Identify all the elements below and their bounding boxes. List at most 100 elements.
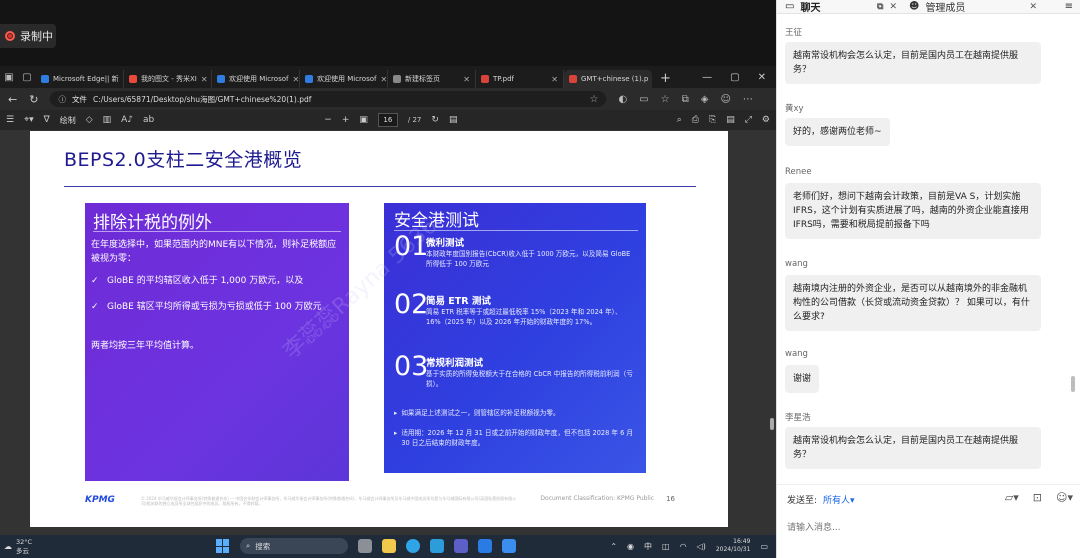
test-title: 微利测试 <box>426 238 465 249</box>
maximize-icon[interactable]: ▢ <box>730 72 739 83</box>
new-tab-icon[interactable]: + <box>652 70 679 88</box>
popout-icon[interactable]: ⧉ <box>877 2 883 12</box>
ime-mode-icon[interactable]: ◫ <box>662 542 670 551</box>
extension-icon[interactable]: ◐ <box>618 94 627 105</box>
page-number-input[interactable]: 16 <box>377 113 398 127</box>
message-bubble[interactable]: 越南常设机构会怎么认定，目前是国内员工在越南提供服务？ <box>785 42 1041 84</box>
split-screen-icon[interactable]: ▭ <box>639 94 648 105</box>
message-sender: 黄xy <box>785 104 804 114</box>
browser-tab[interactable]: 新建标签页 ✕ <box>388 70 476 88</box>
message-input[interactable] <box>787 518 1071 538</box>
task-view-icon[interactable] <box>358 539 372 553</box>
view-icon[interactable]: ▥ <box>103 115 112 125</box>
read-aloud-icon[interactable]: A♪ <box>121 115 133 125</box>
favorite-star-icon[interactable]: ☆ <box>589 94 598 105</box>
message-bubble[interactable]: 越南境内注册的外资企业，是否可以从越南境外的非金融机构性的公司借款（长贷或流动资… <box>785 275 1041 331</box>
fit-page-icon[interactable]: ▣ <box>359 115 368 125</box>
weather-widget[interactable]: ☁ 32°C 多云 <box>0 538 150 556</box>
save-as-icon[interactable]: ▤ <box>726 115 735 125</box>
file-explorer-icon[interactable] <box>382 539 396 553</box>
highlight-icon[interactable]: ⌖▾ <box>24 115 34 125</box>
tab-close-icon[interactable]: ✕ <box>292 75 299 84</box>
browser-tab-active[interactable]: GMT+chinese (1).p ✕ <box>564 70 652 88</box>
tab-group-icon[interactable]: ▣ <box>4 72 13 83</box>
tray-chevron-icon[interactable]: ⌃ <box>610 542 617 551</box>
browser-tab[interactable]: Microsoft Edge|| 新 ✕ <box>36 70 124 88</box>
profile-icon[interactable]: ☺ <box>720 94 730 105</box>
close-window-icon[interactable]: ✕ <box>758 72 766 83</box>
chat-app-icon[interactable] <box>478 539 492 553</box>
tab-close-icon[interactable]: ✕ <box>380 75 387 84</box>
tab-close-icon[interactable]: ✕ <box>463 75 470 84</box>
tab-list-icon[interactable]: ▢ <box>22 72 31 83</box>
settings-icon[interactable]: ⚙ <box>762 115 770 125</box>
user-icon: ☻ <box>909 1 920 12</box>
message-bubble[interactable]: 越南常设机构会怎么认定，目前是国内员工在越南提供服务？ <box>785 427 1041 469</box>
file-icon[interactable]: ▱▾ <box>1005 491 1019 504</box>
message-bubble[interactable]: 好的，感谢两位老师~ <box>785 118 890 146</box>
zoom-in-icon[interactable]: + <box>342 115 350 125</box>
refresh-icon[interactable]: ↻ <box>29 93 38 106</box>
store-icon[interactable] <box>502 539 516 553</box>
tab-title: 欢迎使用 Microsof <box>317 75 377 83</box>
clock[interactable]: 16:49 2024/10/31 <box>716 538 751 554</box>
recording-indicator[interactable]: 录制中 <box>0 24 56 48</box>
translate-icon[interactable]: ab <box>143 115 154 125</box>
draw-label[interactable]: 绘制 <box>60 115 76 126</box>
rotate-icon[interactable]: ↻ <box>431 115 439 125</box>
send-to-label: 发送至: <box>787 496 818 506</box>
browser-extensions: ◐ ▭ ☆ ⧉ ◈ ☺ ⋯ <box>618 94 752 105</box>
tab-title: GMT+chinese (1).p <box>581 75 649 83</box>
message-bubble[interactable]: 老师们好，想问下越南会计政策，目前是VA S，计划实施IFRS，这个计划有实质进… <box>785 183 1041 239</box>
browser-tab[interactable]: 欢迎使用 Microsof ✕ <box>300 70 388 88</box>
url-field[interactable]: ⓘ 文件 C:/Users/65871/Desktop/shu海图/GMT+ch… <box>50 91 607 107</box>
tray-app-icon[interactable]: ◉ <box>627 542 634 551</box>
favorites-icon[interactable]: ☆ <box>661 94 670 105</box>
collections-icon[interactable]: ⧉ <box>682 94 689 105</box>
eraser-icon[interactable]: ◇ <box>86 115 93 125</box>
ime-indicator[interactable]: 中 <box>644 541 652 552</box>
zoom-out-icon[interactable]: − <box>324 115 332 125</box>
system-tray: ⌃ ◉ 中 ◫ ◠ ◁) 16:49 2024/10/31 ▭ <box>610 538 768 554</box>
scrollbar-thumb[interactable] <box>770 418 774 430</box>
volume-icon[interactable]: ◁) <box>697 542 706 551</box>
wifi-icon[interactable]: ◠ <box>680 542 687 551</box>
tab-close-icon[interactable]: ✕ <box>551 75 558 84</box>
back-icon[interactable]: ← <box>8 93 17 106</box>
taskbar-search[interactable]: ⌕ 搜索 <box>240 538 348 554</box>
edge-icon[interactable] <box>406 539 420 553</box>
screenshot-icon[interactable]: ⊡ <box>1033 491 1042 504</box>
message-bubble[interactable]: 谢谢 <box>785 365 820 393</box>
minimize-icon[interactable]: — <box>702 72 712 83</box>
user-settings-icon[interactable]: ☺▾ <box>1056 491 1073 504</box>
pdf-search-icon[interactable]: ⌕ <box>677 115 682 125</box>
contents-icon[interactable]: ☰ <box>6 115 14 125</box>
windows-start-icon[interactable] <box>216 539 230 553</box>
close-members-icon[interactable]: ✕ <box>1029 2 1037 12</box>
draw-icon[interactable]: ∇ <box>44 115 50 125</box>
page-view-icon[interactable]: ▤ <box>449 115 458 125</box>
close-chat-icon[interactable]: ✕ <box>889 2 897 12</box>
chat-scrollbar[interactable] <box>1071 376 1075 392</box>
save-icon[interactable]: ⎘ <box>709 115 716 125</box>
viewer-scrollbar[interactable] <box>770 200 774 460</box>
print-icon[interactable]: ⎙ <box>692 115 699 125</box>
expand-icon[interactable]: ⤢ <box>745 115 752 125</box>
more-icon[interactable]: ⋯ <box>743 94 753 105</box>
bullet-text: 适用期：2026 年 12 月 31 日或之前开始的财政年度，但不包括 2028… <box>401 429 633 447</box>
browser-tab[interactable]: 我的图文 - 秀米XI ✕ <box>124 70 212 88</box>
exclusion-item-text: GloBE 辖区平均所得或亏损为亏损或低于 100 万欧元 <box>107 302 322 312</box>
meeting-app-icon[interactable] <box>430 539 444 553</box>
browser-tab[interactable]: 欢迎使用 Microsof ✕ <box>212 70 300 88</box>
tab-chat[interactable]: ▭ 聊天 ⧉ ✕ <box>777 0 897 14</box>
tab-close-icon[interactable]: ✕ <box>201 75 208 84</box>
teams-icon[interactable] <box>454 539 468 553</box>
shield-icon[interactable]: ◈ <box>701 94 709 105</box>
send-to-dropdown[interactable]: 所有人▾ <box>823 493 855 506</box>
notification-icon[interactable]: ▭ <box>760 542 768 551</box>
tab-favicon-icon <box>129 75 137 83</box>
info-icon[interactable]: ⓘ <box>58 94 66 105</box>
menu-icon[interactable]: ≡ <box>1065 1 1080 12</box>
browser-tab[interactable]: TP.pdf ✕ <box>476 70 564 88</box>
tab-members[interactable]: ☻ 管理成员 ✕ <box>897 0 1037 14</box>
